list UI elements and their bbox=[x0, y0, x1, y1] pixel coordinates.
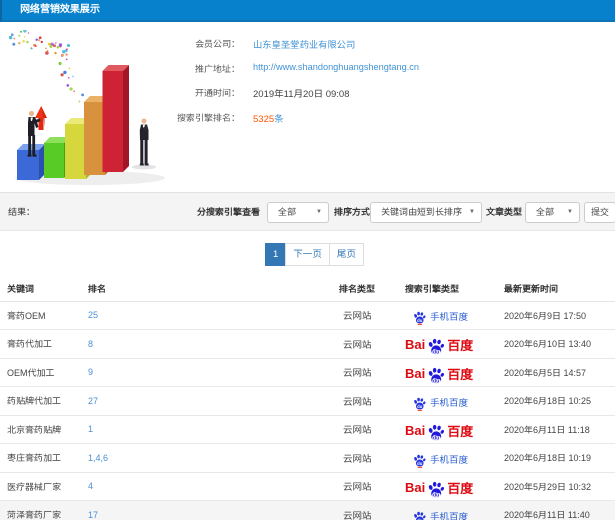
svg-text:du: du bbox=[433, 492, 439, 497]
svg-text:du: du bbox=[417, 404, 423, 409]
svg-text:du: du bbox=[417, 318, 423, 323]
svg-text:du: du bbox=[433, 378, 439, 383]
svg-text:du: du bbox=[433, 350, 439, 355]
svg-text:du: du bbox=[417, 461, 423, 466]
svg-text:du: du bbox=[433, 435, 439, 440]
